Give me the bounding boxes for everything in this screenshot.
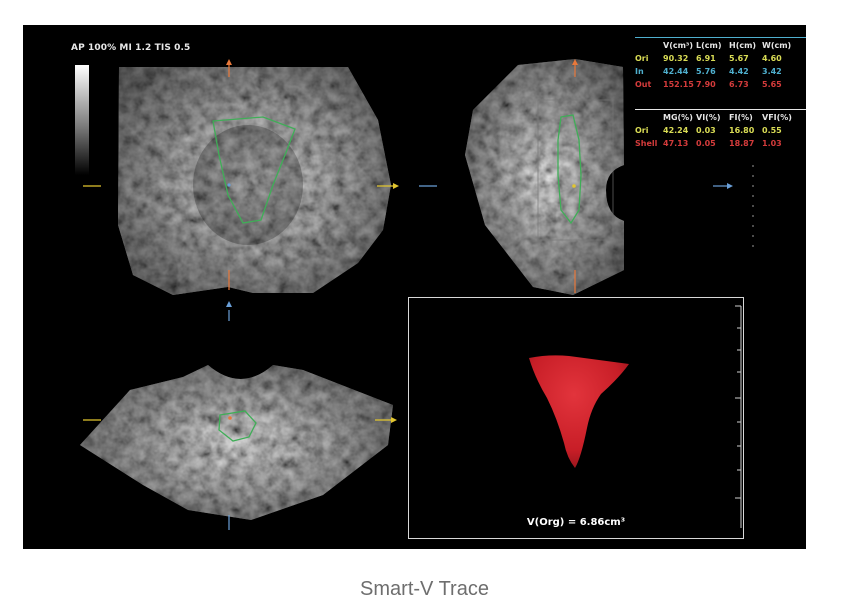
figure-caption: Smart-V Trace xyxy=(360,578,489,600)
volume-table-header: V(cm³) L(cm) H(cm) W(cm) xyxy=(663,41,792,50)
vascular-table-header: MG(%) VI(%) FI(%) VFI(%) xyxy=(663,113,792,122)
render-canvas xyxy=(529,305,742,528)
uterus-volume-render xyxy=(529,355,629,468)
volume-table: V(cm³) L(cm) H(cm) W(cm) Ori 90.32 6.91 … xyxy=(635,37,806,91)
vascular-table: MG(%) VI(%) FI(%) VFI(%) Ori 42.24 0.03 … xyxy=(635,109,806,150)
volume-row-in: In 42.44 5.76 4.42 3.42 xyxy=(635,67,782,76)
plane-a-image xyxy=(118,67,391,295)
vascular-row-ori: Ori 42.24 0.03 16.80 0.55 xyxy=(635,126,782,135)
plane-c-image xyxy=(80,365,393,520)
volume-row-ori: Ori 90.32 6.91 5.67 4.60 xyxy=(635,54,782,63)
vascular-row-shell: Shell 47.13 0.05 18.87 1.03 xyxy=(635,139,782,148)
render-view[interactable]: V(Org) = 6.86cm³ xyxy=(408,297,744,539)
volume-row-out: Out 152.15 7.90 6.73 5.65 xyxy=(635,80,782,89)
plane-b-image xyxy=(465,59,624,295)
ultrasound-screen: AP 100% MI 1.2 TIS 0.5 V(cm³) L(cm) H(cm… xyxy=(23,25,806,549)
volume-label: V(Org) = 6.86cm³ xyxy=(526,517,626,528)
